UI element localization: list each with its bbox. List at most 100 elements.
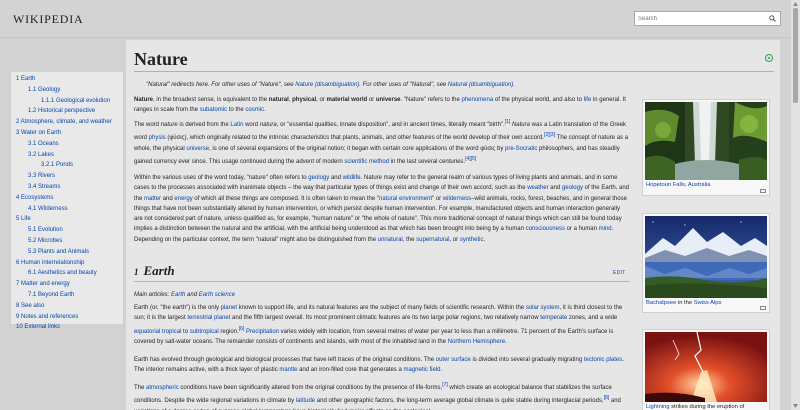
article-link[interactable]: terrestrial planet — [187, 315, 230, 321]
article-link[interactable]: geology — [562, 185, 583, 191]
hatnote: "Natural" redirects here. For other uses… — [146, 82, 515, 88]
article-link[interactable]: supernatural — [416, 237, 449, 243]
toc-item[interactable]: 6.1 Aesthetics and beauty — [11, 268, 123, 279]
caption-link[interactable]: Australia — [688, 182, 711, 188]
article-link[interactable]: mind — [599, 226, 612, 232]
search-box[interactable] — [634, 11, 781, 26]
reference-link[interactable]: [2][3] — [544, 132, 555, 138]
article-link[interactable]: temperate — [540, 315, 567, 321]
toc-item[interactable]: 3.1 Oceans — [11, 139, 123, 150]
toc-item[interactable]: 4 Ecosystems — [11, 193, 123, 204]
search-icon[interactable] — [769, 15, 776, 22]
article-link[interactable]: Northern Hemisphere — [448, 339, 505, 345]
hatnote-link[interactable]: Nature (disambiguation). — [295, 82, 361, 88]
toc-item[interactable]: 9 Notes and references — [11, 312, 123, 323]
article-link[interactable]: natural environment — [379, 196, 432, 202]
edit-section-link[interactable]: EDIT — [613, 270, 626, 276]
article-link[interactable]: unnatural — [378, 237, 403, 243]
section-title: Earth — [143, 263, 175, 278]
toc-item[interactable]: 3.2.1 Ponds — [11, 160, 123, 171]
toc-item[interactable]: 5.1 Evolution — [11, 225, 123, 236]
thumbnail-alpine-lake: Bachalpsee in the Swiss Alps — [642, 213, 770, 313]
article-link[interactable]: cosmic — [245, 107, 264, 113]
article-link[interactable]: weather — [527, 185, 548, 191]
top-bar: WIKIPEDIA — [0, 0, 800, 38]
article-link[interactable]: Precipitation — [246, 329, 279, 335]
toc-item[interactable]: 5.3 Plants and Animals — [11, 247, 123, 258]
toc-item[interactable]: 5 Life — [11, 214, 123, 225]
toc-item[interactable]: 3 Water on Earth — [11, 128, 123, 139]
caption-link[interactable]: Lightning — [646, 404, 670, 410]
magnify-icon[interactable] — [760, 306, 766, 310]
caption-link[interactable]: Hopetoun Falls — [646, 182, 685, 188]
toc-item[interactable]: 5.2 Microbes — [11, 236, 123, 247]
caption-link[interactable]: Bachalpsee — [646, 300, 676, 306]
toc-item[interactable]: 1.1.1 Geological evolution — [11, 96, 123, 107]
article-link[interactable]: tectonic plates — [584, 357, 622, 363]
toc-item[interactable]: 7.1 Beyond Earth — [11, 290, 123, 301]
section-divider — [134, 281, 630, 282]
toc-item[interactable]: 10 External links — [11, 322, 123, 333]
toc-item[interactable]: 7 Matter and energy — [11, 279, 123, 290]
article-link[interactable]: wilderness — [443, 196, 471, 202]
scroll-up-arrow-icon[interactable] — [792, 1, 799, 7]
article-link[interactable]: scientific method — [344, 159, 389, 165]
article-link[interactable]: synthetic — [460, 237, 484, 243]
main-article-link[interactable]: Earth science — [199, 292, 235, 298]
search-input[interactable] — [638, 13, 763, 25]
article-link[interactable]: geology — [308, 175, 329, 181]
title-divider — [134, 71, 774, 72]
article-link[interactable]: latitude — [296, 398, 315, 404]
article-link[interactable]: mantle — [279, 367, 297, 373]
article-link[interactable]: atmospheric — [146, 385, 179, 391]
toc-item[interactable]: 3.3 Rivers — [11, 171, 123, 182]
alpine-lake-image[interactable] — [645, 216, 767, 298]
article-link[interactable]: phenomena — [461, 97, 493, 103]
thumbnail-waterfall: Hopetoun Falls, Australia — [642, 99, 770, 196]
article-link[interactable]: pre-Socratic — [505, 146, 537, 152]
toc-item[interactable]: 1.1 Geology — [11, 85, 123, 96]
reference-link[interactable]: [4][5] — [465, 156, 476, 162]
caption-link[interactable]: Swiss Alps — [694, 300, 722, 306]
magnify-icon[interactable] — [760, 189, 766, 193]
article-link[interactable]: matter — [144, 196, 161, 202]
article-link[interactable]: physis — [149, 135, 166, 141]
article-link[interactable]: tropical — [162, 329, 181, 335]
scrollbar-thumb[interactable] — [793, 8, 798, 103]
watch-star-icon[interactable] — [765, 54, 773, 62]
page-title: Nature — [134, 49, 188, 69]
toc-item[interactable]: 3.4 Streams — [11, 182, 123, 193]
article-link[interactable]: subatomic — [200, 107, 227, 113]
article-link[interactable]: equatorial — [134, 329, 160, 335]
toc-item[interactable]: 4.1 Wilderness — [11, 204, 123, 215]
main-articles-note: Main articles: Earth and Earth science — [134, 292, 236, 298]
article-link[interactable]: universe — [186, 146, 209, 152]
geology-paragraph: Earth has evolved through geological and… — [134, 357, 624, 374]
article-link[interactable]: subtropical — [190, 329, 219, 335]
toc-item[interactable]: 3.2 Lakes — [11, 150, 123, 161]
article-link[interactable]: energy — [174, 196, 192, 202]
article-link[interactable]: wildlife — [343, 175, 361, 181]
etymology-paragraph: The word nature is derived from the Lati… — [134, 119, 629, 165]
atmosphere-paragraph: The atmospheric conditions have been sig… — [134, 382, 621, 410]
scroll-down-arrow-icon[interactable] — [792, 403, 799, 409]
article-link[interactable]: planet — [221, 305, 237, 311]
thumbnail-caption: Lightning strikes during the eruption of — [646, 404, 745, 410]
vertical-scrollbar[interactable] — [791, 0, 800, 410]
main-article-link[interactable]: Earth — [171, 292, 185, 298]
wikipedia-logo[interactable]: WIKIPEDIA — [13, 12, 84, 27]
toc-item[interactable]: 1.2 Historical perspective — [11, 106, 123, 117]
toc-item[interactable]: 6 Human interrelationship — [11, 258, 123, 269]
hatnote-link[interactable]: Natural (disambiguation). — [448, 82, 515, 88]
toc-item[interactable]: 8 See also — [11, 301, 123, 312]
lead-paragraph: Nature, in the broadest sense, is equiva… — [134, 97, 626, 114]
article-link[interactable]: magnetic field — [403, 367, 440, 373]
article-link[interactable]: consciousness — [526, 226, 565, 232]
toc-item[interactable]: 1 Earth — [11, 74, 123, 85]
volcano-lightning-image[interactable] — [645, 332, 767, 402]
article-link[interactable]: Latin — [230, 122, 243, 128]
article-link[interactable]: solar system — [526, 305, 560, 311]
waterfall-image[interactable] — [645, 102, 767, 180]
article-link[interactable]: outer surface — [436, 357, 471, 363]
toc-item[interactable]: 2 Atmosphere, climate, and weather — [11, 117, 123, 128]
